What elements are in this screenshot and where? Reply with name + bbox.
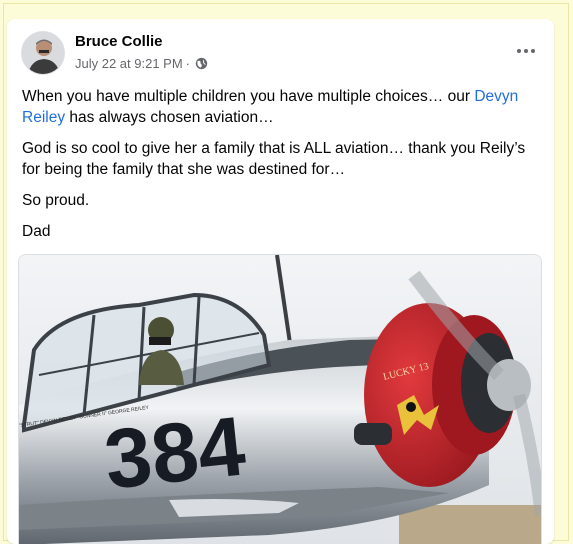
more-dot [524,49,528,53]
plane-number: 384 [100,398,249,506]
post-header: Bruce Collie July 22 at 9:21 PM · [21,31,540,77]
text-segment: When you have multiple children you have… [22,88,475,105]
more-dot [517,49,521,53]
post-paragraph: When you have multiple children you have… [22,86,540,128]
post-timestamp[interactable]: July 22 at 9:21 PM [75,56,183,71]
text-segment: has always chosen aviation… [65,109,274,126]
more-options-icon[interactable] [512,39,540,63]
avatar[interactable] [21,31,65,75]
post-meta: July 22 at 9:21 PM · [75,56,208,71]
post-card: Bruce Collie July 22 at 9:21 PM · When y… [7,19,554,544]
globe-icon[interactable] [195,57,208,70]
more-dot [531,49,535,53]
avatar-image [22,32,64,74]
post-photo[interactable]: 384 "STRUT" DEVYN REILEY "GUNNER II" GEO… [18,254,542,544]
meta-separator: · [185,56,191,71]
post-paragraph: God is so cool to give her a family that… [22,140,526,178]
airplane-photo: 384 "STRUT" DEVYN REILEY "GUNNER II" GEO… [19,255,541,544]
post-text: When you have multiple children you have… [22,86,540,252]
author-name[interactable]: Bruce Collie [75,33,163,50]
post-paragraph: Dad [22,223,51,240]
post-paragraph: So proud. [22,192,90,209]
